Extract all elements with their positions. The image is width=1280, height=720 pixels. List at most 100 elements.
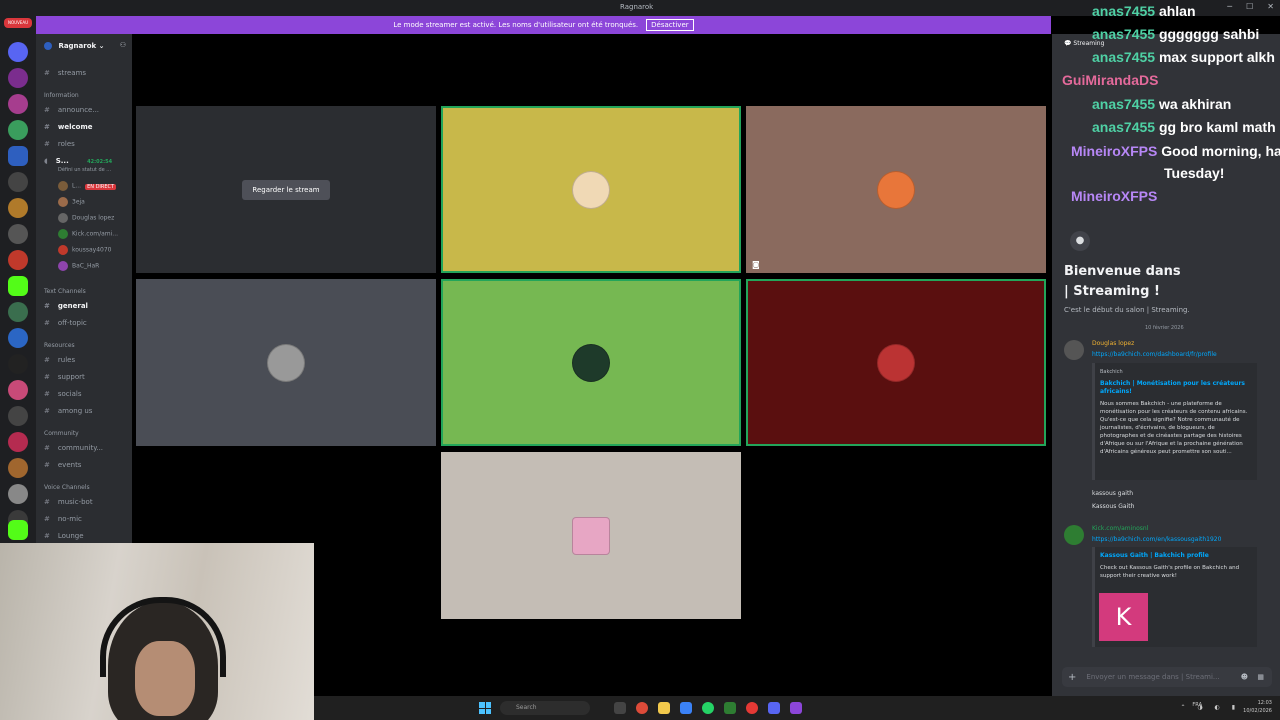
store-icon[interactable] xyxy=(680,702,692,714)
server-icon[interactable] xyxy=(8,120,28,140)
channel-announce[interactable]: # announce... xyxy=(44,106,99,114)
server-icon[interactable] xyxy=(8,302,28,322)
chat-icon: 💬 xyxy=(1064,40,1074,47)
server-name: Ragnarok xyxy=(58,42,97,50)
channel-music-bot[interactable]: # music-bot xyxy=(44,498,93,506)
server-icon-active[interactable] xyxy=(8,146,28,166)
plus-icon[interactable]: + xyxy=(1068,672,1076,683)
server-icon[interactable] xyxy=(8,94,28,114)
message-author[interactable]: Douglas lopez xyxy=(1092,340,1134,347)
embed-title[interactable]: Bakchich | Monétisation pour les créateu… xyxy=(1100,380,1252,396)
voice-user[interactable]: Douglas lopez xyxy=(58,213,114,223)
chrome-icon[interactable] xyxy=(636,702,648,714)
server-icon[interactable] xyxy=(8,172,28,192)
participant-tile[interactable]: ◙ xyxy=(746,106,1046,273)
clock[interactable]: 12:03 10/02/2026 xyxy=(1243,699,1272,715)
channel-general[interactable]: # general xyxy=(44,302,88,310)
chevron-down-icon: ⌄ xyxy=(98,42,105,50)
stream-preview-tile[interactable]: Regarder le stream xyxy=(136,106,436,273)
hash-icon: # xyxy=(44,69,50,77)
add-user-icon[interactable]: ⚇ xyxy=(120,41,126,49)
windows-start-icon[interactable] xyxy=(479,702,491,714)
folder-icon[interactable] xyxy=(658,702,670,714)
server-header[interactable]: Ragnarok ⌄ ⚇ xyxy=(36,34,132,58)
message-composer[interactable]: + Envoyer un message dans | Streami... ☻… xyxy=(1062,667,1272,687)
minimize-icon[interactable]: ─ xyxy=(1227,2,1232,11)
apps-icon[interactable]: ▦ xyxy=(1257,673,1264,681)
server-icon[interactable] xyxy=(8,42,28,62)
server-icon[interactable] xyxy=(8,484,28,504)
channel-events[interactable]: # events xyxy=(44,461,81,469)
category-information[interactable]: Information xyxy=(44,92,79,99)
server-icon[interactable] xyxy=(8,354,28,374)
whatsapp-icon[interactable] xyxy=(702,702,714,714)
voice-user[interactable]: 3eja xyxy=(58,197,85,207)
voice-user[interactable]: koussay4070 xyxy=(58,245,111,255)
participant-tile[interactable] xyxy=(441,452,741,619)
message-input[interactable]: Envoyer un message dans | Streami... xyxy=(1086,673,1219,681)
voice-user[interactable]: Kick.com/ami... xyxy=(58,229,118,239)
server-icon[interactable] xyxy=(8,380,28,400)
taskbar-search[interactable]: Search xyxy=(500,701,590,715)
message-link[interactable]: https://ba9chich.com/dashboard/fr/profil… xyxy=(1092,351,1217,358)
banner-text: Le mode streamer est activé. Les noms d'… xyxy=(393,21,639,29)
hash-icon: # xyxy=(44,319,50,327)
discord-icon[interactable] xyxy=(768,702,780,714)
participant-tile[interactable] xyxy=(746,279,1046,446)
channel-sidebar: Ragnarok ⌄ ⚇ # streams Information # annou… xyxy=(36,34,132,546)
channel-roles[interactable]: # roles xyxy=(44,140,75,148)
embed-title[interactable]: Kassous Gaith | Bakchich profile xyxy=(1100,552,1252,560)
message-author[interactable]: Kick.com/aminosnl xyxy=(1092,525,1148,532)
close-icon[interactable]: ✕ xyxy=(1267,2,1274,11)
voice-user-name: Douglas lopez xyxy=(72,214,115,222)
server-icon[interactable] xyxy=(8,198,28,218)
voice-channel-streaming[interactable]: ◖ S... 42:02:54 xyxy=(44,157,112,165)
channel-socials[interactable]: # socials xyxy=(44,390,81,398)
category-text-channels[interactable]: Text Channels xyxy=(44,288,86,295)
server-icon[interactable] xyxy=(8,224,28,244)
server-icon[interactable] xyxy=(8,432,28,452)
overlay-message: ggggggg sahbi xyxy=(1158,26,1260,42)
emoji-icon[interactable]: ☻ xyxy=(1241,673,1248,681)
channel-no-mic[interactable]: # no-mic xyxy=(44,515,82,523)
opera-icon[interactable] xyxy=(746,702,758,714)
language-indicator[interactable]: FRA xyxy=(1192,702,1202,708)
system-tray[interactable]: ⌃ ◑ ◐ ▮ xyxy=(1180,704,1240,711)
channel-streams[interactable]: # streams xyxy=(44,69,86,77)
participant-tile[interactable] xyxy=(136,279,436,446)
watch-stream-button[interactable]: Regarder le stream xyxy=(242,179,330,200)
live-badge: EN DIRECT xyxy=(85,183,117,190)
app-icon[interactable] xyxy=(724,702,736,714)
channel-support[interactable]: # support xyxy=(44,373,85,381)
category-community[interactable]: Community xyxy=(44,430,79,437)
category-resources[interactable]: Resources xyxy=(44,342,75,349)
server-icon[interactable] xyxy=(8,68,28,88)
hash-icon: # xyxy=(44,106,50,114)
avatar xyxy=(267,343,305,382)
server-icon[interactable] xyxy=(8,250,28,270)
message-link[interactable]: https://ba9chich.com/en/kassousgaith1920 xyxy=(1092,536,1221,543)
voice-user[interactable]: L... EN DIRECT xyxy=(58,181,117,191)
channel-rules[interactable]: # rules xyxy=(44,356,75,364)
disable-streamer-mode-button[interactable]: Désactiver xyxy=(646,19,694,31)
file-explorer-icon[interactable] xyxy=(614,702,626,714)
voice-channel-lounge[interactable]: # Lounge xyxy=(44,532,84,540)
server-icon[interactable] xyxy=(8,458,28,478)
hash-icon: # xyxy=(44,356,50,364)
server-icon[interactable] xyxy=(8,406,28,426)
app-icon[interactable] xyxy=(790,702,802,714)
kick-server-icon[interactable] xyxy=(8,276,28,296)
voice-user-name: L... xyxy=(72,182,82,190)
channel-off-topic[interactable]: # off-topic xyxy=(44,319,87,327)
channel-community[interactable]: # community... xyxy=(44,444,103,452)
voice-user[interactable]: BaC_HaR xyxy=(58,261,99,271)
maximize-icon[interactable]: ☐ xyxy=(1246,2,1253,11)
server-icon[interactable] xyxy=(8,328,28,348)
voice-channel-among-us[interactable]: # among us xyxy=(44,407,92,415)
overlay-username: anas7455 xyxy=(1092,119,1156,135)
channel-welcome[interactable]: # welcome xyxy=(44,123,93,131)
participant-tile[interactable] xyxy=(441,279,741,446)
participant-tile[interactable] xyxy=(441,106,741,273)
category-voice-channels[interactable]: Voice Channels xyxy=(44,484,90,491)
kick-server-icon[interactable] xyxy=(8,520,28,540)
